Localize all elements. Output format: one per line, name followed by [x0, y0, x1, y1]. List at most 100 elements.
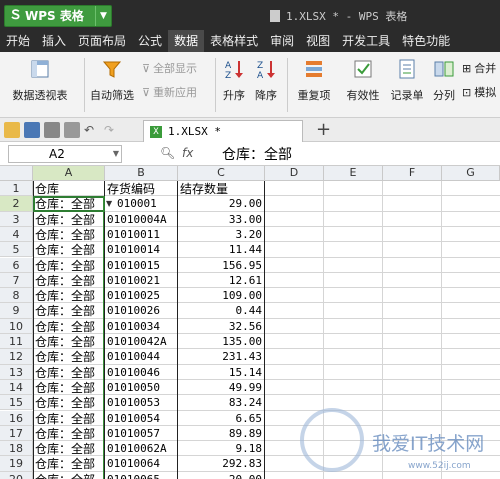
cell-warehouse[interactable]: 仓库：全部 [33, 381, 105, 396]
cell-item-code[interactable]: 01010021 [105, 274, 178, 289]
menu-item[interactable]: 视图 [300, 30, 336, 52]
row-header[interactable]: 15 [0, 395, 33, 411]
cell-item-code[interactable]: 01010050 [105, 381, 178, 396]
cell-item-code[interactable]: 01010042A [105, 335, 178, 350]
cell-item-code[interactable]: 01010044 [105, 350, 178, 365]
menu-item[interactable]: 开始 [0, 30, 36, 52]
zoom-search-icon[interactable]: 🔍︎ [160, 146, 175, 160]
row-header[interactable]: 17 [0, 425, 33, 442]
cell-stock-qty[interactable]: 0.44 [178, 304, 265, 319]
formula-input[interactable]: 仓库：全部 [222, 144, 292, 164]
cell-warehouse[interactable]: 仓库：全部 [33, 335, 105, 350]
cell-stock-qty[interactable]: 83.24 [178, 396, 265, 411]
cell-stock-qty[interactable]: 32.56 [178, 320, 265, 335]
column-header-c[interactable]: C [178, 166, 265, 181]
row-header[interactable]: 16 [0, 410, 33, 426]
cell-warehouse[interactable]: 仓库：全部 [33, 289, 105, 304]
row-header[interactable]: 10 [0, 318, 33, 334]
cell-stock-qty[interactable]: 49.99 [178, 381, 265, 396]
dropdown-arrow-icon[interactable]: ▼ [106, 199, 112, 208]
cell-stock-qty[interactable]: 3.20 [178, 228, 265, 243]
cell-item-code[interactable]: 01010053 [105, 396, 178, 411]
cell-warehouse[interactable]: 仓库：全部 [33, 473, 105, 479]
text-to-columns-button[interactable]: 分列 [430, 58, 458, 103]
new-tab-button[interactable]: + [316, 120, 331, 140]
row-header[interactable]: 18 [0, 441, 33, 457]
cell-item-code[interactable]: 存货编码 [105, 182, 178, 197]
row-header[interactable]: 2 [0, 196, 33, 212]
insert-function-button[interactable]: fx [182, 146, 193, 160]
cell-stock-qty[interactable]: 结存数量 [178, 182, 265, 197]
chevron-down-icon[interactable]: ▼ [113, 146, 119, 162]
duplicates-button[interactable]: 重复项 [293, 58, 335, 103]
cell-item-code[interactable]: 01010014 [105, 243, 178, 258]
cell-item-code[interactable]: 01010011 [105, 228, 178, 243]
row-header[interactable]: 8 [0, 288, 33, 304]
cell-stock-qty[interactable]: 15.14 [178, 366, 265, 381]
column-header-g[interactable]: G [442, 166, 500, 181]
what-if-button[interactable]: ⊡ 模拟 [462, 84, 496, 100]
cell-stock-qty[interactable]: 109.00 [178, 289, 265, 304]
row-header[interactable]: 6 [0, 257, 33, 273]
menu-item[interactable]: 特色功能 [396, 30, 456, 52]
sort-ascending-button[interactable]: AZ 升序 [220, 58, 248, 103]
cell-warehouse[interactable]: 仓库：全部 [33, 412, 105, 427]
validity-button[interactable]: 有效性 [343, 58, 383, 103]
row-header[interactable]: 7 [0, 272, 33, 289]
cell-item-code[interactable]: 01010065 [105, 473, 178, 479]
cell-warehouse[interactable]: 仓库：全部 [33, 396, 105, 411]
pivot-table-button[interactable]: 数据透视表 [10, 58, 70, 103]
cell-item-code[interactable]: 010001 [105, 197, 178, 212]
app-menu-button[interactable]: Ｓ WPS 表格 ▼ [4, 5, 112, 27]
cell-warehouse[interactable]: 仓库：全部 [33, 457, 105, 472]
cell-stock-qty[interactable]: 231.43 [178, 350, 265, 365]
cell-warehouse[interactable]: 仓库：全部 [33, 366, 105, 381]
row-header[interactable]: 5 [0, 242, 33, 258]
cell-warehouse[interactable]: 仓库：全部 [33, 228, 105, 243]
cell-stock-qty[interactable]: 292.83 [178, 457, 265, 472]
undo-icon[interactable]: ↶ [84, 122, 100, 138]
cell-warehouse[interactable]: 仓库：全部 [33, 427, 105, 442]
cell-stock-qty[interactable]: 11.44 [178, 243, 265, 258]
cell-warehouse[interactable]: 仓库：全部 [33, 304, 105, 319]
save-icon[interactable] [24, 121, 40, 138]
document-tab[interactable]: X 1.XLSX * [143, 120, 303, 142]
name-box[interactable]: A2 ▼ [8, 145, 122, 163]
menu-item[interactable]: 审阅 [264, 30, 300, 52]
cell-item-code[interactable]: 01010054 [105, 412, 178, 427]
column-header-f[interactable]: F [383, 166, 442, 181]
row-header[interactable]: 13 [0, 364, 33, 380]
cell-item-code[interactable]: 01010004A [105, 213, 178, 228]
open-folder-icon[interactable] [4, 121, 20, 138]
cell-stock-qty[interactable]: 6.65 [178, 412, 265, 427]
reapply-button[interactable]: ⊽ 重新应用 [142, 84, 197, 100]
row-header[interactable]: 3 [0, 211, 33, 227]
autofilter-button[interactable]: 自动筛选 [88, 58, 136, 103]
row-header[interactable]: 4 [0, 226, 33, 243]
cell-item-code[interactable]: 01010015 [105, 259, 178, 274]
cell-warehouse[interactable]: 仓库 [33, 182, 105, 197]
row-header[interactable]: 9 [0, 303, 33, 319]
cell-item-code[interactable]: 01010025 [105, 289, 178, 304]
column-header-b[interactable]: B [105, 166, 178, 181]
column-header-a[interactable]: A [33, 166, 105, 181]
cell-stock-qty[interactable]: 20.00 [178, 473, 265, 479]
cell-warehouse[interactable]: 仓库：全部 [33, 213, 105, 228]
consolidate-button[interactable]: ⊞ 合并 [462, 60, 496, 76]
cell-warehouse[interactable]: 仓库：全部 [33, 442, 105, 457]
row-header[interactable]: 11 [0, 334, 33, 350]
cell-stock-qty[interactable]: 135.00 [178, 335, 265, 350]
row-header[interactable]: 1 [0, 181, 33, 197]
cell-warehouse[interactable]: 仓库：全部 [33, 243, 105, 258]
print-preview-icon[interactable] [64, 121, 80, 138]
row-header[interactable]: 12 [0, 349, 33, 365]
cell-item-code[interactable]: 01010026 [105, 304, 178, 319]
chevron-down-icon[interactable]: ▼ [95, 6, 111, 26]
cell-warehouse[interactable]: 仓库：全部 [33, 274, 105, 289]
cell-stock-qty[interactable]: 29.00 [178, 197, 265, 212]
menu-item[interactable]: 表格样式 [204, 30, 264, 52]
cell-item-code[interactable]: 01010064 [105, 457, 178, 472]
cell-warehouse[interactable]: 仓库：全部 [33, 259, 105, 274]
cell-stock-qty[interactable]: 89.89 [178, 427, 265, 442]
cell-item-code[interactable]: 01010057 [105, 427, 178, 442]
